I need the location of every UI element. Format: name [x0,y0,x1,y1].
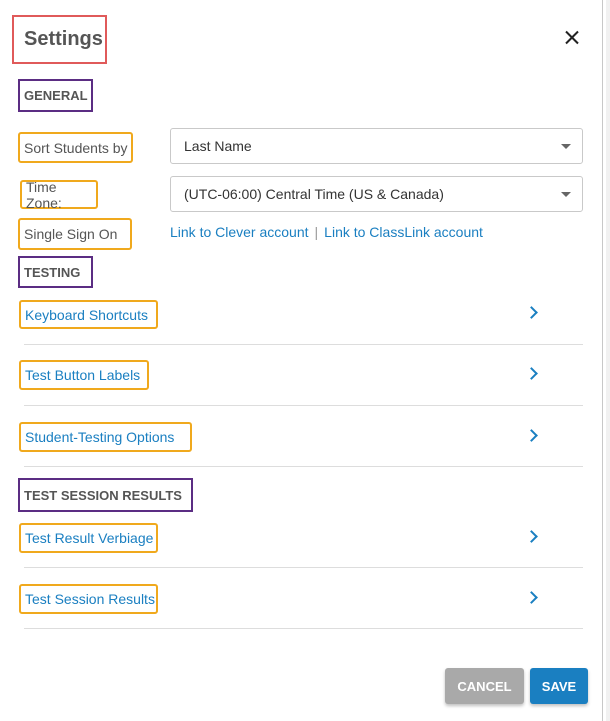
link-separator: | [314,224,319,240]
time-zone-value: (UTC-06:00) Central Time (US & Canada) [184,186,444,202]
row-divider [24,344,583,345]
chevron-right-icon[interactable] [526,529,538,543]
sort-students-value: Last Name [184,138,252,154]
time-zone-label: Time Zone: [20,179,98,211]
dialog-title: Settings [24,28,103,50]
backdrop-edge [606,0,610,721]
caret-down-icon [561,144,571,149]
settings-dialog: Settings GENERAL Sort Students by Last N… [0,0,603,721]
dialog-title-highlight: Settings [12,15,107,64]
section-heading-general: GENERAL [18,79,93,112]
row-divider [24,567,583,568]
student-testing-options-link[interactable]: Student-Testing Options [19,422,192,452]
sso-links: Link to Clever account | Link to ClassLink… [170,224,483,240]
test-session-results-link[interactable]: Test Session Results [19,584,158,614]
sort-students-select[interactable]: Last Name [170,128,583,164]
single-sign-on-label: Single Sign On [18,218,132,250]
chevron-right-icon[interactable] [526,366,538,380]
chevron-right-icon[interactable] [526,428,538,442]
chevron-right-icon[interactable] [526,305,538,319]
row-divider [24,405,583,406]
time-zone-select[interactable]: (UTC-06:00) Central Time (US & Canada) [170,176,583,212]
close-icon[interactable] [560,26,584,50]
row-divider [24,466,583,467]
test-button-labels-link[interactable]: Test Button Labels [19,360,149,390]
link-classlink-account[interactable]: Link to ClassLink account [324,224,483,240]
cancel-button[interactable]: CANCEL [445,668,524,704]
sort-students-label: Sort Students by [18,132,133,163]
chevron-right-icon[interactable] [526,590,538,604]
section-heading-testing: TESTING [18,256,93,288]
link-clever-account[interactable]: Link to Clever account [170,224,309,240]
keyboard-shortcuts-link[interactable]: Keyboard Shortcuts [19,300,158,329]
test-result-verbiage-link[interactable]: Test Result Verbiage [19,523,158,553]
row-divider [24,628,583,629]
section-heading-test-session-results: TEST SESSION RESULTS [18,478,193,512]
caret-down-icon [561,192,571,197]
save-button[interactable]: SAVE [530,668,588,704]
